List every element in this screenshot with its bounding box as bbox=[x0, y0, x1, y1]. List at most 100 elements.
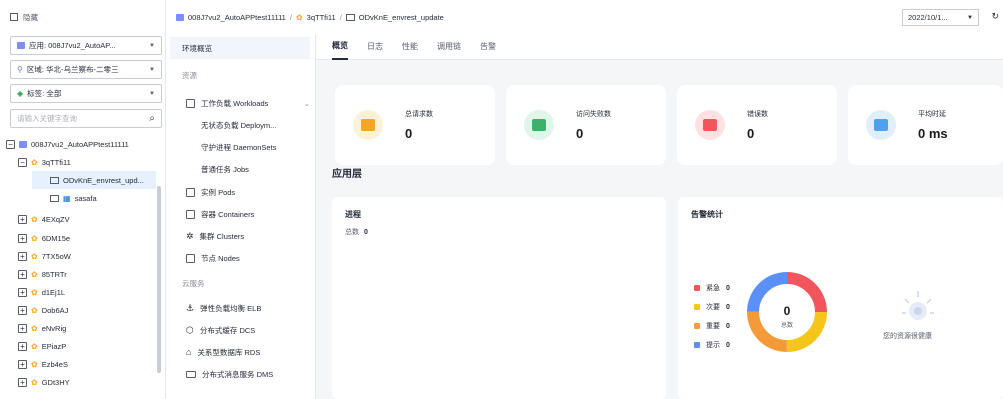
search-input[interactable]: 请输入关键字查询 ⌕ bbox=[10, 109, 162, 128]
nav-item-workloads[interactable]: 工作负载 Workloads ⌄ bbox=[186, 92, 310, 114]
tree-node-component[interactable]: + ✿ 85TRTr bbox=[18, 265, 67, 283]
tree-node-env-selected[interactable]: ODvKnE_envrest_upd... bbox=[32, 171, 156, 189]
tree-node-component[interactable]: + ✿ GDt3HY bbox=[18, 373, 70, 391]
error-icon bbox=[695, 110, 725, 140]
info-dot bbox=[694, 342, 700, 348]
component-icon: ✿ bbox=[31, 157, 38, 167]
tree-node-component[interactable]: + ✿ eNvRig bbox=[18, 319, 66, 337]
app-icon bbox=[19, 140, 27, 148]
critical-dot bbox=[694, 285, 700, 291]
nav-item-dms[interactable]: 分布式消息服务 DMS bbox=[186, 363, 273, 385]
alarm-panel: 告警统计 紧急 0 次要 0 重要 0 提示 0 0 总数 您的资源很健康 bbox=[678, 197, 1003, 399]
tab-bar: 概览 日志 性能 调用链 告警 bbox=[316, 34, 1003, 60]
breadcrumb-separator: / bbox=[339, 12, 342, 22]
expand-icon[interactable]: + bbox=[18, 305, 27, 315]
tree-node-component[interactable]: + ✿ Dob6AJ bbox=[18, 301, 68, 319]
expand-icon[interactable]: + bbox=[18, 359, 27, 369]
chevron-down-icon: ⌄ bbox=[303, 98, 310, 108]
nav-item-deployments[interactable]: 无状态负载 Deploym... bbox=[201, 114, 276, 136]
tab-logs[interactable]: 日志 bbox=[367, 34, 383, 60]
tab-alarm[interactable]: 告警 bbox=[480, 34, 496, 60]
nav-item-containers[interactable]: 容器 Containers bbox=[186, 203, 254, 225]
legend-major: 重要 0 bbox=[694, 321, 730, 331]
tag-select[interactable]: ◆ 标签: 全部 ▼ bbox=[10, 84, 162, 103]
stat-card-latency: 平均时延 0 ms bbox=[848, 85, 1003, 165]
nav-item-overview[interactable]: 环境概览 bbox=[170, 37, 310, 59]
process-total: 总数 0 bbox=[345, 229, 368, 236]
nav-item-rds[interactable]: ⌂ 关系型数据库 RDS bbox=[186, 341, 260, 363]
expand-icon[interactable]: + bbox=[18, 341, 27, 351]
date-range-select[interactable]: 2022/10/1... ▼ bbox=[902, 9, 979, 26]
tab-overview[interactable]: 概览 bbox=[332, 34, 348, 60]
refresh-icon[interactable]: ↻ bbox=[991, 11, 999, 22]
healthy-bell-icon bbox=[902, 291, 934, 320]
nav-item-dcs[interactable]: ⬡ 分布式缓存 DCS bbox=[186, 319, 255, 341]
component-icon: ✿ bbox=[31, 233, 38, 243]
tree-node-env[interactable]: ▦ sasafa bbox=[50, 189, 97, 207]
node-icon bbox=[186, 253, 195, 263]
nav-item-elb[interactable]: ⚓ 弹性负载均衡 ELB bbox=[186, 297, 261, 319]
stat-card-requests: 总请求数 0 bbox=[335, 85, 495, 165]
expand-icon[interactable]: + bbox=[18, 287, 27, 297]
app-select[interactable]: 应用: 008J7vu2_AutoAP... ▼ bbox=[10, 36, 162, 55]
healthy-text: 您的资源很健康 bbox=[883, 333, 932, 340]
caret-down-icon: ▼ bbox=[149, 66, 155, 73]
tree-node-component[interactable]: + ✿ 7TX5oW bbox=[18, 247, 71, 265]
nav-item-nodes[interactable]: 节点 Nodes bbox=[186, 247, 240, 269]
region-select[interactable]: ⚲ 区域: 华北-乌兰察布-二零三 ▼ bbox=[10, 60, 162, 79]
donut-center-label: 总数 bbox=[781, 321, 793, 329]
tab-trace[interactable]: 调用链 bbox=[437, 34, 461, 60]
breadcrumb-app[interactable]: 008J7vu2_AutoAPPtest11111 bbox=[188, 13, 286, 22]
tree-node-component[interactable]: + ✿ d1Ej1L bbox=[18, 283, 65, 301]
tag-icon: ◆ bbox=[17, 89, 24, 98]
nav-item-daemonsets[interactable]: 守护进程 DaemonSets bbox=[201, 136, 276, 158]
alarm-donut-chart: 0 总数 bbox=[747, 272, 827, 352]
tree-node-component[interactable]: − ✿ 3qTTfi11 bbox=[18, 153, 71, 171]
container-icon bbox=[186, 209, 195, 219]
expand-icon[interactable]: + bbox=[18, 377, 27, 387]
tree-scrollbar[interactable] bbox=[157, 186, 161, 373]
message-icon bbox=[186, 370, 196, 378]
component-icon: ✿ bbox=[31, 341, 38, 351]
location-icon: ⚲ bbox=[17, 65, 23, 74]
component-icon: ✿ bbox=[31, 251, 38, 261]
component-icon: ✿ bbox=[31, 305, 38, 315]
expand-icon[interactable]: + bbox=[18, 214, 27, 224]
search-icon[interactable]: ⌕ bbox=[149, 113, 155, 124]
breadcrumb-component[interactable]: 3qTTfi11 bbox=[307, 13, 336, 22]
caret-down-icon: ▼ bbox=[149, 42, 155, 49]
tree-node-component[interactable]: + ✿ Ezb4eS bbox=[18, 355, 68, 373]
nav-item-pods[interactable]: 实例 Pods bbox=[186, 181, 235, 203]
environment-icon bbox=[50, 176, 59, 184]
nav-item-clusters[interactable]: ✲ 集群 Clusters bbox=[186, 225, 244, 247]
cluster-icon: ✲ bbox=[186, 230, 194, 241]
tree-node-app[interactable]: − 008J7vu2_AutoAPPtest11111 bbox=[6, 135, 129, 153]
expand-icon[interactable]: + bbox=[18, 269, 27, 279]
component-icon: ✿ bbox=[31, 323, 38, 333]
breadcrumb-separator: / bbox=[289, 12, 292, 22]
legend-critical: 紧急 0 bbox=[694, 283, 730, 293]
app-icon bbox=[17, 42, 25, 49]
donut-center-value: 0 bbox=[784, 304, 791, 318]
hide-toggle[interactable]: 隐藏 bbox=[0, 0, 165, 34]
minor-dot bbox=[694, 304, 700, 310]
failure-icon bbox=[524, 110, 554, 140]
collapse-icon bbox=[10, 13, 18, 21]
tree-node-component[interactable]: + ✿ 6DM15e bbox=[18, 229, 70, 247]
collapse-icon[interactable]: − bbox=[6, 139, 15, 149]
expand-icon[interactable]: + bbox=[18, 251, 27, 261]
tab-performance[interactable]: 性能 bbox=[402, 34, 418, 60]
expand-icon[interactable]: + bbox=[18, 233, 27, 243]
tree-node-component[interactable]: + ✿ 4EXqZV bbox=[18, 210, 70, 228]
environment-icon bbox=[50, 194, 59, 202]
collapse-icon[interactable]: − bbox=[18, 157, 27, 167]
component-icon: ✿ bbox=[31, 269, 38, 279]
legend-info: 提示 0 bbox=[694, 340, 730, 350]
request-icon bbox=[353, 110, 383, 140]
tree-node-component[interactable]: + ✿ EPiazP bbox=[18, 337, 66, 355]
expand-icon[interactable]: + bbox=[18, 323, 27, 333]
nav-item-jobs[interactable]: 普通任务 Jobs bbox=[201, 158, 249, 180]
nav-section-cloud: 云服务 bbox=[182, 278, 205, 288]
nav-section-resource: 资源 bbox=[182, 70, 197, 80]
env-nav-menu: 环境概览 资源 工作负载 Workloads ⌄ 无状态负载 Deploym..… bbox=[166, 34, 316, 399]
